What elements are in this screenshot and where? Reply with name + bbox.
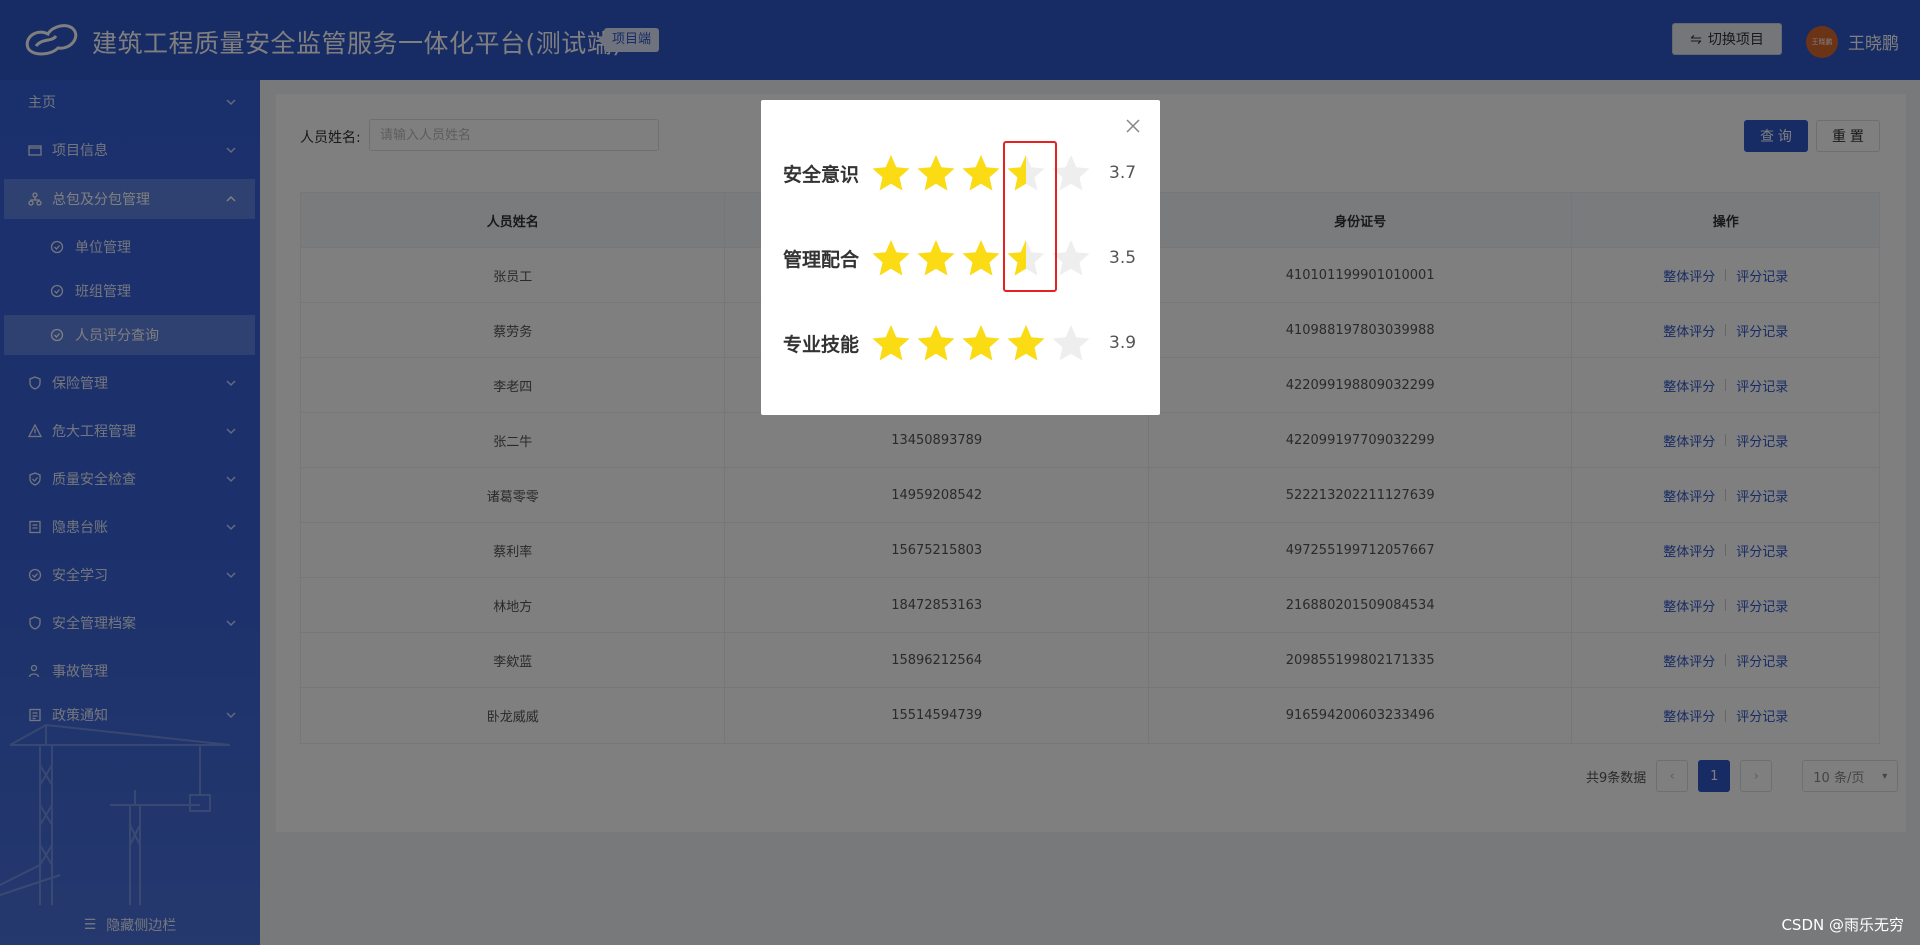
rating-label: 专业技能 — [783, 333, 860, 356]
rating-row-safety: 安全意识 3.7 — [783, 148, 1153, 198]
star-empty-icon[interactable] — [1051, 238, 1091, 278]
rating-value: 3.9 — [1109, 333, 1137, 353]
rating-value: 3.5 — [1109, 248, 1137, 268]
rating-label: 安全意识 — [783, 163, 860, 186]
star-full-icon[interactable] — [961, 153, 1001, 193]
star-full-icon[interactable] — [871, 238, 911, 278]
star-full-icon[interactable] — [961, 323, 1001, 363]
rating-row-cooperation: 管理配合 3.5 — [783, 233, 1153, 283]
star-rating[interactable] — [871, 238, 1091, 278]
star-full-icon[interactable] — [871, 153, 911, 193]
star-full-icon[interactable] — [916, 323, 956, 363]
star-full-icon[interactable] — [916, 238, 956, 278]
star-full-icon[interactable] — [871, 323, 911, 363]
rating-row-skill: 专业技能 3.9 — [783, 318, 1153, 368]
rating-label: 管理配合 — [783, 248, 860, 271]
close-icon[interactable] — [1125, 118, 1141, 134]
watermark: CSDN @雨乐无穷 — [1781, 916, 1904, 934]
star-full-icon[interactable] — [1006, 323, 1046, 363]
star-rating[interactable] — [871, 153, 1091, 193]
rating-value: 3.7 — [1109, 163, 1137, 183]
highlight-box — [1003, 141, 1057, 292]
star-empty-icon[interactable] — [1051, 323, 1091, 363]
star-full-icon[interactable] — [961, 238, 1001, 278]
star-empty-icon[interactable] — [1051, 153, 1091, 193]
star-full-icon[interactable] — [916, 153, 956, 193]
star-rating[interactable] — [871, 323, 1091, 363]
rating-dialog: 安全意识 3.7 管理配合 3.5 专业技能 3.9 — [761, 100, 1160, 415]
